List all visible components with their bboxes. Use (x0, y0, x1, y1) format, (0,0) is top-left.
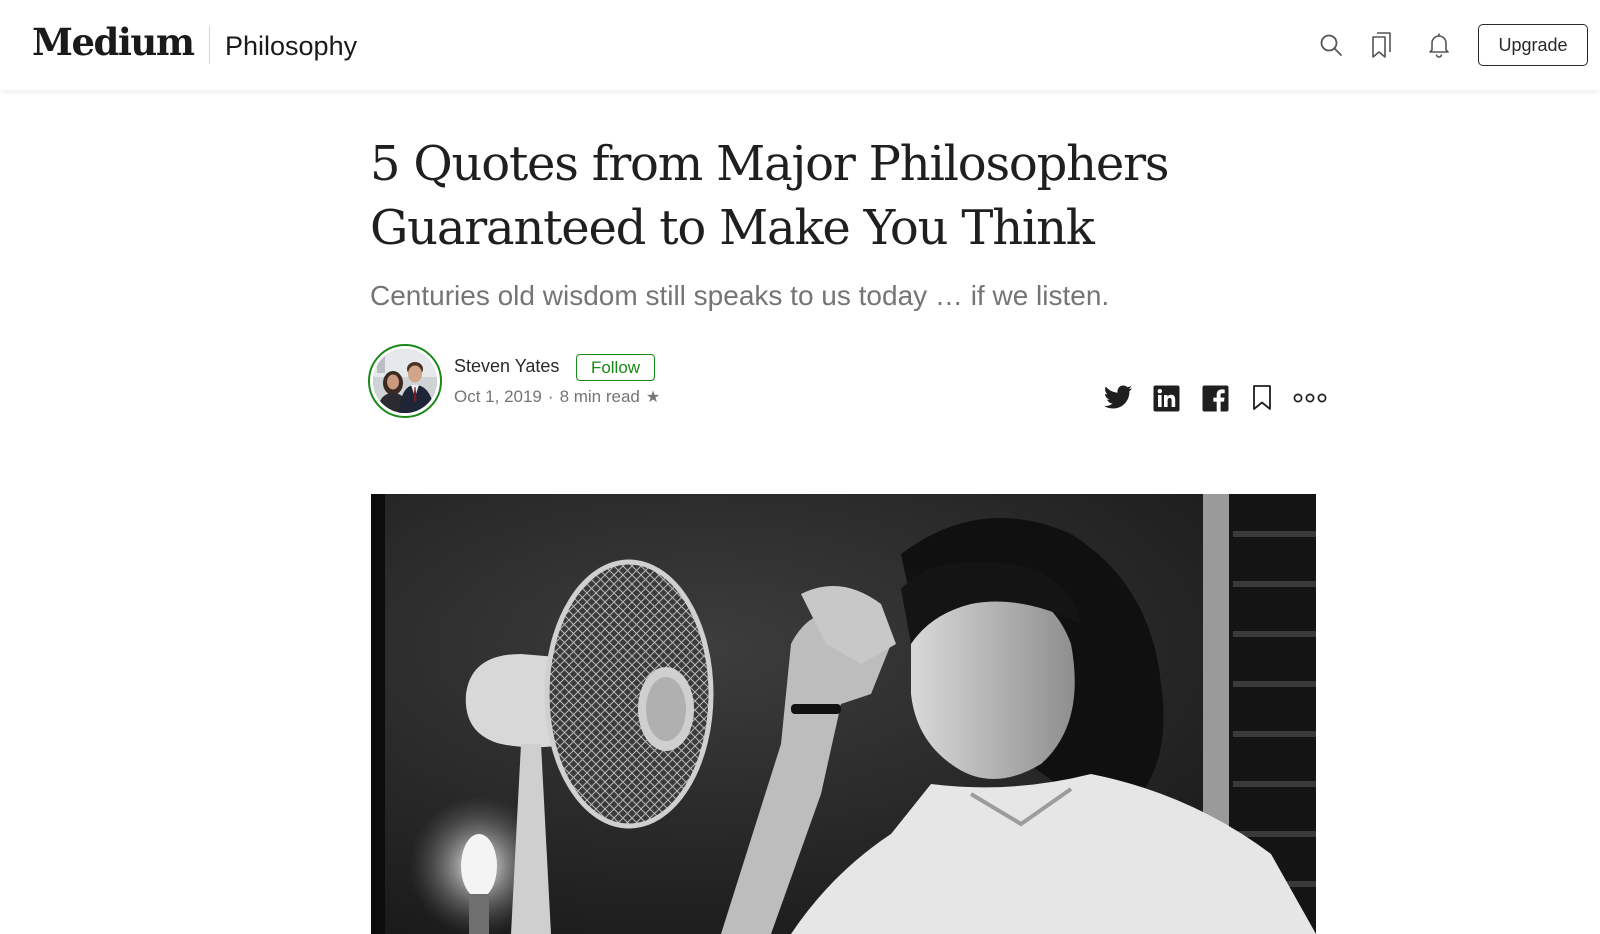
follow-button[interactable]: Follow (576, 354, 655, 381)
article-title: 5 Quotes from Major Philosophers Guarant… (370, 132, 1270, 260)
publish-date[interactable]: Oct 1, 2019 (454, 387, 542, 407)
notifications-icon[interactable] (1424, 30, 1454, 60)
upgrade-button[interactable]: Upgrade (1478, 24, 1588, 66)
article-title-line-1: 5 Quotes from Major Philosophers (370, 136, 1169, 192)
author-photo (373, 349, 437, 413)
author-avatar[interactable] (368, 344, 442, 418)
read-time: 8 min read (559, 387, 640, 406)
article-subtitle: Centuries old wisdom still speaks to us … (370, 280, 1110, 311)
top-navigation-bar: Medium Philosophy Upgrade (0, 0, 1600, 90)
publication-name[interactable]: Philosophy (225, 31, 357, 62)
article-title-line-2: Guaranteed to Make You Think (370, 200, 1095, 256)
article-meta: Oct 1, 2019 · 8 min read ★ (454, 387, 660, 407)
linkedin-icon[interactable] (1150, 382, 1182, 414)
facebook-icon[interactable] (1199, 382, 1231, 414)
hero-image (371, 494, 1316, 934)
member-star-icon: ★ (645, 389, 661, 406)
logo-divider (209, 26, 210, 64)
bookmark-icon[interactable] (1246, 382, 1278, 414)
twitter-icon[interactable] (1102, 382, 1134, 414)
meta-separator: · (547, 387, 554, 406)
search-icon[interactable] (1316, 30, 1346, 60)
medium-logo[interactable]: Medium (32, 20, 195, 64)
more-icon[interactable] (1292, 382, 1328, 414)
bookmarks-icon[interactable] (1367, 30, 1397, 60)
author-name[interactable]: Steven Yates (454, 356, 559, 377)
